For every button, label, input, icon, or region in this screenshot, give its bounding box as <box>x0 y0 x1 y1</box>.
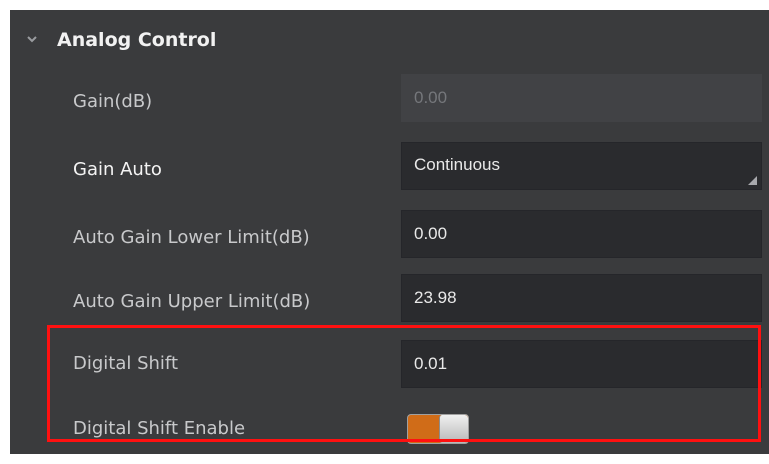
dropdown-corner-icon <box>748 176 757 185</box>
digital-shift-field[interactable]: 0.01 <box>401 340 762 388</box>
param-label-gain: Gain(dB) <box>73 91 153 112</box>
param-row-gain-auto: Gain Auto Continuous <box>10 138 769 201</box>
param-row-gain: Gain(dB) 0.00 <box>10 70 769 133</box>
param-label-auto-gain-lower-limit: Auto Gain Lower Limit(dB) <box>73 227 310 248</box>
auto-gain-lower-limit-field[interactable]: 0.00 <box>401 210 762 258</box>
param-row-auto-gain-upper-limit: Auto Gain Upper Limit(dB) 23.98 <box>10 270 769 333</box>
param-row-digital-shift: Digital Shift 0.01 <box>10 336 769 399</box>
digital-shift-enable-toggle[interactable] <box>407 414 469 444</box>
param-label-digital-shift: Digital Shift <box>73 353 179 374</box>
section-title: Analog Control <box>57 29 217 51</box>
property-panel: Analog Control Gain(dB) 0.00 Gain Auto C… <box>10 10 769 454</box>
param-label-gain-auto: Gain Auto <box>73 159 162 180</box>
gain-auto-selected-value: Continuous <box>414 155 501 174</box>
chevron-down-icon[interactable] <box>26 33 38 45</box>
gain-field: 0.00 <box>401 74 762 122</box>
param-label-auto-gain-upper-limit: Auto Gain Upper Limit(dB) <box>73 291 311 312</box>
gain-auto-dropdown[interactable]: Continuous <box>401 142 762 190</box>
toggle-knob[interactable] <box>439 415 468 443</box>
auto-gain-upper-limit-field[interactable]: 23.98 <box>401 274 762 322</box>
param-row-auto-gain-lower-limit: Auto Gain Lower Limit(dB) 0.00 <box>10 206 769 269</box>
param-row-digital-shift-enable: Digital Shift Enable <box>10 394 769 452</box>
analog-control-header[interactable]: Analog Control <box>10 10 769 70</box>
